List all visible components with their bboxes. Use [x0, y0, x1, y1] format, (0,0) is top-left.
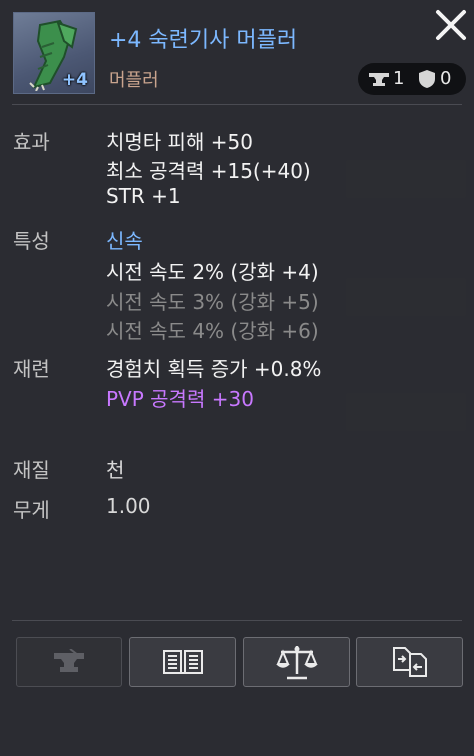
- refine-line: 경험치 획득 증가 +0.8%: [106, 357, 322, 381]
- anvil-count: 1: [393, 68, 405, 89]
- shield-icon: [419, 70, 435, 88]
- shield-count: 0: [440, 68, 452, 89]
- effect-line: 최소 공격력 +15(+40): [106, 159, 311, 183]
- trait-line-inactive: 시전 속도 4% (강화 +6): [106, 319, 319, 343]
- divider: [12, 104, 462, 105]
- exchange-icon: [392, 647, 427, 677]
- item-title: +4 숙련기사 머플러: [109, 28, 298, 53]
- weight-label: 무게: [13, 498, 50, 522]
- trait-name: 신속: [106, 229, 143, 253]
- enhance-badge: +4: [61, 70, 88, 90]
- item-icon: +4: [13, 12, 95, 94]
- trait-line-active: 시전 속도 2% (강화 +4): [106, 260, 319, 284]
- anvil-icon: [54, 649, 84, 672]
- enhance-button[interactable]: [16, 637, 122, 687]
- exchange-button[interactable]: [356, 637, 463, 687]
- divider: [12, 620, 462, 621]
- close-icon: [436, 10, 466, 40]
- effects-label: 효과: [13, 130, 50, 154]
- effect-line: 치명타 피해 +50: [106, 130, 253, 154]
- book-icon: [162, 650, 203, 674]
- refine-line-pvp: PVP 공격력 +30: [106, 387, 254, 411]
- refine-label: 재련: [13, 357, 50, 381]
- enhance-counts: 1 0: [358, 63, 466, 95]
- trait-line-inactive: 시전 속도 3% (강화 +5): [106, 290, 319, 314]
- details-button[interactable]: [129, 637, 236, 687]
- item-type: 머플러: [109, 70, 159, 91]
- item-tooltip-panel: +4 +4 숙련기사 머플러 머플러 1 0 효과 치명타 피해 +50 최소 …: [0, 0, 474, 756]
- close-button[interactable]: [434, 8, 468, 42]
- effect-line: STR +1: [106, 184, 181, 208]
- traits-label: 특성: [13, 229, 50, 253]
- appraise-button[interactable]: [243, 637, 350, 687]
- material-value: 천: [106, 458, 125, 482]
- weight-value: 1.00: [106, 494, 151, 518]
- scales-icon: [275, 646, 318, 680]
- anvil-icon: [369, 73, 389, 86]
- material-label: 재질: [13, 458, 50, 482]
